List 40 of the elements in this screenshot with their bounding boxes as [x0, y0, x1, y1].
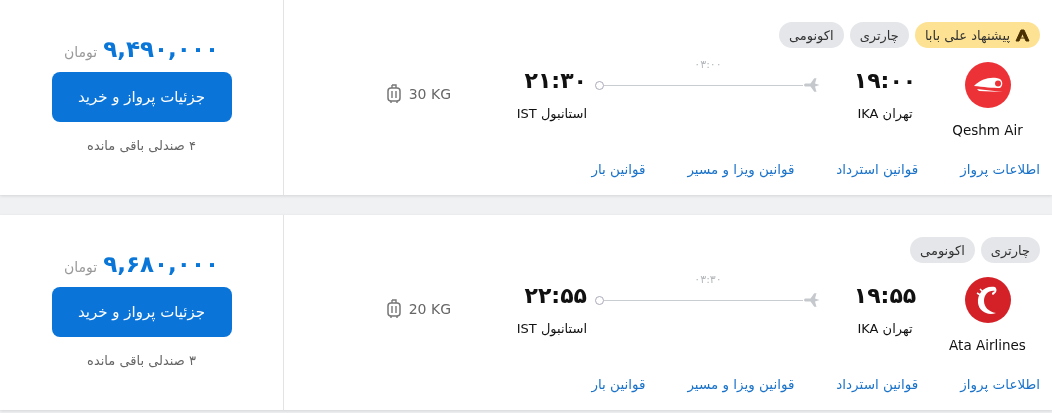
rules-link[interactable]: قوانین استرداد	[836, 376, 919, 392]
currency-label: تومان	[64, 259, 98, 275]
arrival-airport: استانبول IST	[516, 321, 587, 336]
arrival-airport: استانبول IST	[516, 106, 587, 121]
offer-badge: پیشنهاد علی بابا	[914, 22, 1040, 48]
arrival-time: ۲۲:۵۵	[524, 283, 587, 308]
rules-link[interactable]: قوانین ویزا و مسیر	[687, 161, 795, 177]
departure-airport: تهران IKA	[857, 106, 913, 121]
flight-duration: ۰۳:۰۰	[693, 58, 723, 73]
rules-link[interactable]: اطلاعات پرواز	[960, 376, 1040, 392]
tag-badge: اکونومی	[910, 237, 975, 263]
airline-name: Qeshm Air	[952, 122, 1023, 138]
details-buy-button[interactable]: جزئیات پرواز و خرید	[51, 287, 232, 337]
tag-badge: اکونومی	[778, 22, 844, 48]
rules-link[interactable]: قوانین بار	[591, 376, 646, 392]
departure-time: ۱۹:۵۵	[853, 283, 917, 308]
tag-badge: چارتری	[849, 22, 909, 48]
rules-link[interactable]: قوانین بار	[591, 161, 646, 177]
departure-airport: تهران IKA	[857, 321, 913, 336]
airline-logo-icon	[964, 277, 1011, 323]
price: ۹,۶۸۰,۰۰۰	[103, 251, 219, 277]
currency-label: تومان	[64, 44, 98, 60]
seats-remaining: ۴ صندلی باقی مانده	[87, 138, 196, 153]
rules-link[interactable]: قوانین ویزا و مسیر	[687, 376, 795, 392]
departure-time: ۱۹:۰۰	[853, 68, 917, 93]
baggage-allowance: 30 KG	[408, 86, 451, 102]
rules-link[interactable]: اطلاعات پرواز	[960, 161, 1040, 177]
offer-icon	[1015, 28, 1030, 42]
rules-link[interactable]: قوانین استرداد	[836, 161, 919, 177]
luggage-icon	[386, 299, 401, 319]
seats-remaining: ۳ صندلی باقی مانده	[87, 353, 196, 368]
luggage-icon	[386, 84, 401, 104]
details-buy-button[interactable]: جزئیات پرواز و خرید	[51, 72, 232, 122]
arrival-time: ۲۱:۳۰	[524, 68, 587, 93]
baggage-allowance: 20 KG	[408, 301, 451, 317]
tag-badge: چارتری	[980, 237, 1040, 263]
airline-name: Ata Airlines	[949, 337, 1026, 353]
flight-duration: ۰۳:۳۰	[693, 273, 723, 288]
price: ۹,۴۹۰,۰۰۰	[103, 36, 219, 62]
airline-logo-icon	[964, 62, 1011, 108]
